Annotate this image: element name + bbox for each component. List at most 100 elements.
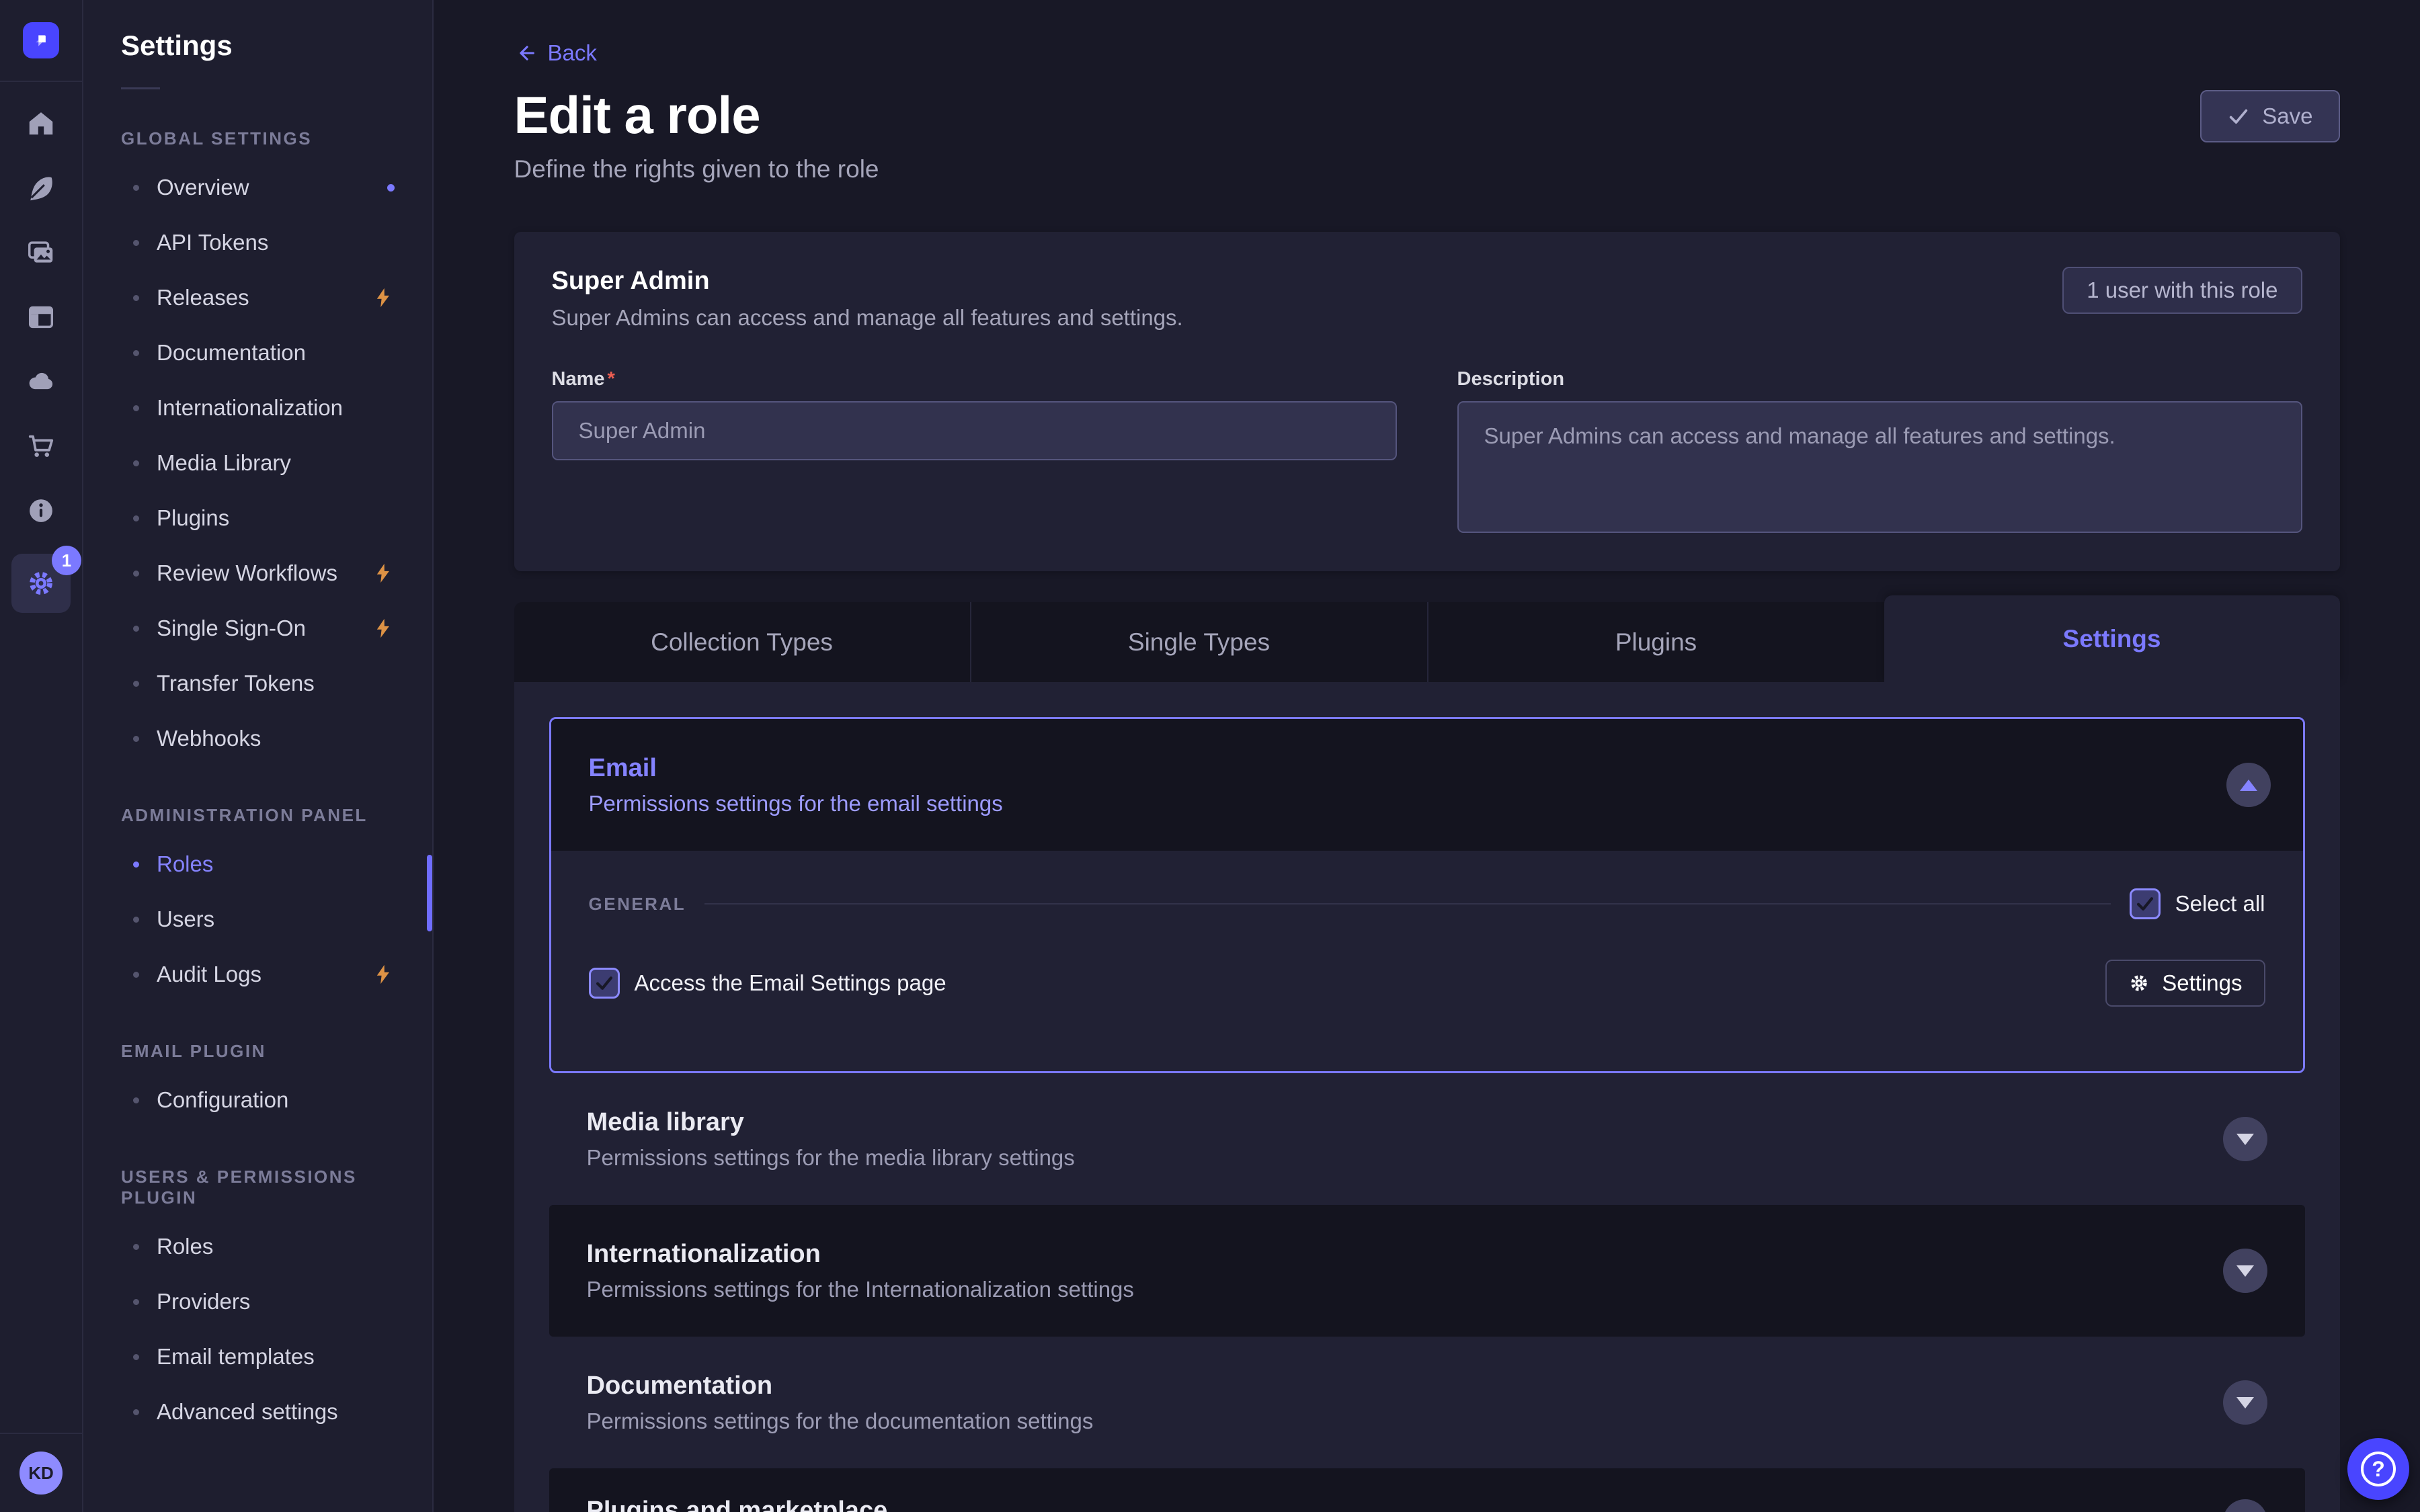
general-section-label: GENERAL	[589, 894, 686, 915]
bullet	[133, 626, 139, 632]
description-field[interactable]: Super Admins can access and manage all f…	[1457, 401, 2302, 533]
tab-single-types[interactable]: Single Types	[971, 602, 1428, 682]
expand-button[interactable]	[2223, 1499, 2267, 1512]
sidebar-item-configuration[interactable]: Configuration	[83, 1073, 432, 1128]
check-icon	[593, 972, 616, 995]
main-nav-rail: 1 KD	[0, 0, 83, 1512]
bullet	[133, 240, 139, 246]
lightning-icon	[372, 963, 395, 986]
email-settings-button[interactable]: Settings	[2105, 960, 2265, 1007]
chevron-up-icon	[2240, 780, 2257, 791]
info-icon[interactable]	[19, 489, 63, 532]
section-heading-email-plugin: EMAIL PLUGIN	[121, 1041, 432, 1062]
sidebar-item-plugins[interactable]: Plugins	[83, 491, 432, 546]
collapse-button[interactable]	[2226, 763, 2271, 807]
notification-dot	[387, 184, 395, 192]
expand-button[interactable]	[2223, 1249, 2267, 1293]
section-heading-users-permissions: USERS & PERMISSIONS PLUGIN	[121, 1167, 432, 1208]
chevron-down-icon	[2236, 1265, 2254, 1277]
sidebar-title: Settings	[83, 30, 432, 62]
avatar[interactable]: KD	[19, 1452, 63, 1495]
email-settings-checkbox[interactable]	[589, 968, 620, 999]
tab-collection-types[interactable]: Collection Types	[514, 602, 971, 682]
help-button[interactable]: ?	[2347, 1438, 2409, 1500]
sidebar-item-internationalization[interactable]: Internationalization	[83, 380, 432, 435]
name-field[interactable]	[552, 401, 1397, 460]
divider	[704, 903, 2110, 905]
tab-settings[interactable]: Settings	[1884, 595, 2340, 682]
media-library-icon[interactable]	[19, 231, 63, 274]
expand-button[interactable]	[2223, 1117, 2267, 1161]
bullet	[133, 1097, 139, 1103]
sidebar-item-audit-logs[interactable]: Audit Logs	[83, 947, 432, 1002]
home-icon[interactable]	[19, 102, 63, 145]
settings-tab-panel: Email Permissions settings for the email…	[514, 682, 2340, 1512]
cloud-icon[interactable]	[19, 360, 63, 403]
sidebar-item-providers[interactable]: Providers	[83, 1274, 432, 1329]
sidebar-divider	[121, 87, 160, 89]
sidebar-item-media-library[interactable]: Media Library	[83, 435, 432, 491]
accordion-email: Email Permissions settings for the email…	[549, 717, 2305, 1073]
sidebar-item-overview[interactable]: Overview	[83, 160, 432, 215]
rail-items: 1	[11, 102, 71, 613]
sidebar-item-transfer-tokens[interactable]: Transfer Tokens	[83, 656, 432, 711]
back-link[interactable]: Back	[514, 39, 2340, 67]
sidebar-item-advanced-settings[interactable]: Advanced settings	[83, 1384, 432, 1439]
bullet	[133, 295, 139, 301]
accordion-email-header[interactable]: Email Permissions settings for the email…	[551, 719, 2303, 851]
strapi-logo-wrap[interactable]	[0, 0, 82, 82]
content-manager-icon[interactable]	[19, 167, 63, 210]
content-type-builder-icon[interactable]	[19, 296, 63, 339]
bullet	[133, 515, 139, 521]
lightning-icon	[372, 617, 395, 640]
bullet	[133, 972, 139, 978]
sidebar-item-email-templates[interactable]: Email templates	[83, 1329, 432, 1384]
back-label: Back	[548, 40, 597, 66]
sidebar-scrollbar-thumb[interactable]	[427, 855, 432, 931]
bullet	[133, 405, 139, 411]
sidebar-item-api-tokens[interactable]: API Tokens	[83, 215, 432, 270]
bullet	[133, 1244, 139, 1250]
accordion-email-subtitle: Permissions settings for the email setti…	[589, 791, 2265, 816]
select-all-checkbox[interactable]	[2130, 888, 2161, 919]
tab-plugins[interactable]: Plugins	[1428, 602, 1884, 682]
save-button[interactable]: Save	[2200, 90, 2339, 142]
chevron-down-icon	[2236, 1397, 2254, 1409]
bullet	[133, 1409, 139, 1415]
name-label: Name*	[552, 368, 615, 390]
expand-button[interactable]	[2223, 1380, 2267, 1425]
check-icon	[2134, 892, 2156, 915]
email-settings-permission-label: Access the Email Settings page	[635, 970, 946, 996]
sidebar-item-releases[interactable]: Releases	[83, 270, 432, 325]
sidebar-item-roles[interactable]: Roles	[83, 837, 432, 892]
bullet	[133, 350, 139, 356]
bullet	[133, 736, 139, 742]
marketplace-icon[interactable]	[19, 425, 63, 468]
description-label: Description	[1457, 368, 1565, 390]
sidebar-item-users[interactable]: Users	[83, 892, 432, 947]
role-name: Super Admin	[552, 267, 1183, 296]
bullet	[133, 862, 139, 868]
accordion-email-body: GENERAL Select all	[551, 851, 2303, 1071]
lightning-icon	[372, 286, 395, 309]
select-all-label: Select all	[2175, 891, 2265, 917]
sidebar-item-up-roles[interactable]: Roles	[83, 1219, 432, 1274]
settings-sidebar: Settings GLOBAL SETTINGS Overview API To…	[83, 0, 434, 1512]
settings-nav-icon[interactable]: 1	[11, 554, 71, 613]
app-root: 1 KD Settings GLOBAL SETTINGS Overview A…	[0, 0, 2420, 1512]
sidebar-item-webhooks[interactable]: Webhooks	[83, 711, 432, 766]
gear-icon	[2128, 972, 2150, 994]
accordion-internationalization[interactable]: Internationalization Permissions setting…	[549, 1205, 2305, 1337]
accordion-documentation[interactable]: Documentation Permissions settings for t…	[549, 1337, 2305, 1468]
bullet	[133, 571, 139, 577]
sidebar-item-single-sign-on[interactable]: Single Sign-On	[83, 601, 432, 656]
users-with-role-button[interactable]: 1 user with this role	[2062, 267, 2302, 314]
section-heading-admin-panel: ADMINISTRATION PANEL	[121, 805, 432, 826]
accordion-media-library[interactable]: Media library Permissions settings for t…	[549, 1073, 2305, 1205]
accordion-plugins-marketplace[interactable]: Plugins and marketplace	[549, 1468, 2305, 1512]
lightning-icon	[372, 562, 395, 585]
back-arrow-icon	[514, 42, 537, 65]
role-description: Super Admins can access and manage all f…	[552, 305, 1183, 331]
sidebar-item-documentation[interactable]: Documentation	[83, 325, 432, 380]
sidebar-item-review-workflows[interactable]: Review Workflows	[83, 546, 432, 601]
